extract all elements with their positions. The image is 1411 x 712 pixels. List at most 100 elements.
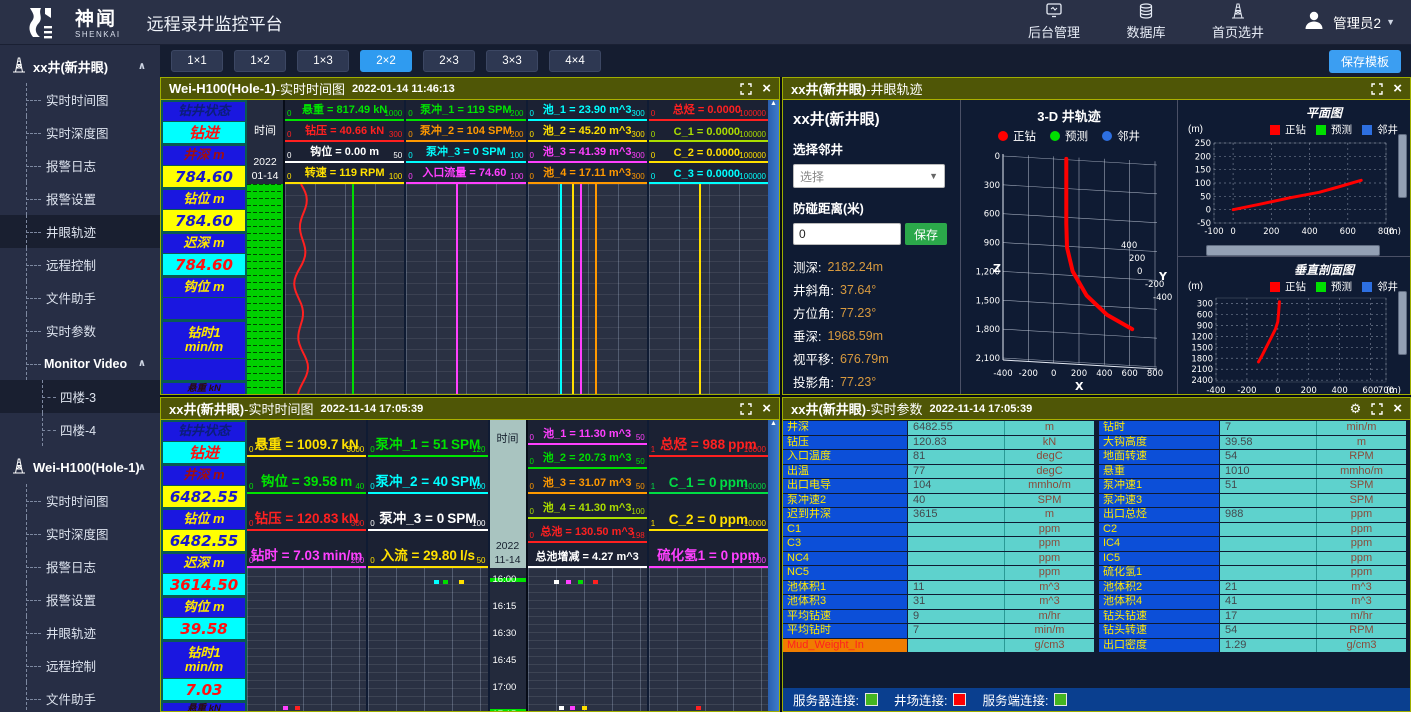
layout-button[interactable]: 1×1 <box>171 50 223 72</box>
expand-icon[interactable] <box>740 403 752 415</box>
sidebar-item[interactable]: 实时参数 <box>0 314 160 347</box>
param-value: 7 <box>1220 421 1317 435</box>
svg-text:200: 200 <box>1129 254 1145 264</box>
curve-header[interactable]: 0 转速119RPM 100 <box>285 163 404 184</box>
curve-header[interactable]: 0 C_20.0000 100000 <box>649 142 768 163</box>
value-pair: 钻时1 min/m <box>163 322 245 380</box>
close-icon[interactable]: × <box>1393 401 1402 416</box>
expand-icon[interactable] <box>740 83 752 95</box>
nav-home-well-select[interactable]: 首页选井 <box>1192 3 1284 42</box>
vertical-scrollbar[interactable] <box>1398 134 1407 198</box>
horizontal-scrollbar[interactable] <box>1206 245 1380 256</box>
curve-header[interactable]: 0 钻压120.83kN 300 <box>247 494 366 531</box>
curve-header[interactable]: 0 池_123.90m^3 300 <box>528 100 647 121</box>
curve-header[interactable]: 0 钩位0.00m 50 <box>285 142 404 163</box>
curve-header[interactable]: 0 池_331.07m^3 50 <box>528 469 647 494</box>
trajectory-3d-plot[interactable]: -400-200020040060080003006009001,2001,50… <box>963 144 1175 394</box>
sidebar-item[interactable]: 井眼轨迹 <box>0 215 160 248</box>
curve-header[interactable]: 0 悬重1009.7kN 3000 <box>247 420 366 457</box>
curve-header[interactable]: 0 钻压40.66kN 300 <box>285 121 404 142</box>
curve-header[interactable]: 0 入流29.80l/s 50 <box>368 531 487 568</box>
layout-button[interactable]: 2×3 <box>423 50 475 72</box>
curve-header[interactable]: 0 池_441.30m^3 100 <box>528 494 647 519</box>
sidebar-item[interactable]: Monitor Video ∧ <box>0 347 160 380</box>
anticollision-distance-label: 防碰距离(米) <box>793 198 950 217</box>
curve-header[interactable]: 0 C_10.0000 100000 <box>649 121 768 142</box>
curve-header[interactable]: 0 池_417.11m^3 300 <box>528 163 647 184</box>
sidebar-item[interactable]: 实时时间图 <box>0 484 160 517</box>
curve-header[interactable]: 0 泵冲_1119SPM 200 <box>406 100 525 121</box>
curve-header[interactable]: 0 总池130.50m^3 198 <box>528 519 647 544</box>
user-menu[interactable]: 管理员2 ▼ <box>1302 8 1395 37</box>
layout-button[interactable]: 1×2 <box>234 50 286 72</box>
time-tick-label: 17:00 <box>493 682 517 693</box>
plan-view-title: 平面图 <box>1184 104 1404 121</box>
layout-button[interactable]: 2×2 <box>360 50 412 72</box>
vertical-section-plot[interactable]: -400-20002004006007003006009001200150018… <box>1184 294 1402 394</box>
sidebar-item[interactable]: 远程控制 <box>0 649 160 682</box>
sidebar-item[interactable]: Wei-H100(Hole-1) ∧ <box>0 450 160 484</box>
nav-backend-admin[interactable]: 后台管理 <box>1008 3 1100 42</box>
curve-header[interactable]: 1 C_10ppm 10000 <box>649 457 768 494</box>
layout-button[interactable]: 3×3 <box>486 50 538 72</box>
sidebar-item[interactable]: 报警设置 <box>0 583 160 616</box>
sidebar-item[interactable]: 实时深度图 <box>0 116 160 149</box>
curve-header[interactable]: 0 池_245.20m^3 300 <box>528 121 647 142</box>
expand-icon[interactable] <box>1371 83 1383 95</box>
curve-header[interactable]: 0 泵冲_30SPM 100 <box>368 494 487 531</box>
avatar-icon <box>1302 8 1326 37</box>
plan-view-plot[interactable]: -1000200400600800250200150100500-50(m) <box>1184 137 1402 239</box>
curve-header[interactable]: 0 泵冲_30SPM 100 <box>406 142 525 163</box>
sidebar-item[interactable]: 文件助手 <box>0 682 160 712</box>
curve-header[interactable]: 0 池_111.30m^3 50 <box>528 420 647 445</box>
sidebar-item[interactable]: 井眼轨迹 <box>0 616 160 649</box>
curve-header[interactable]: 0 悬重817.49kN 1000 <box>285 100 404 121</box>
layout-button[interactable]: 1×3 <box>297 50 349 72</box>
sidebar-item[interactable]: 远程控制 <box>0 248 160 281</box>
expand-icon[interactable] <box>1371 403 1383 415</box>
sidebar-item[interactable]: 实时深度图 <box>0 517 160 550</box>
curve-header[interactable]: 0 钻时7.03min/m 200 <box>247 531 366 568</box>
curve-header[interactable]: 0 泵冲_2104SPM 200 <box>406 121 525 142</box>
curve-header[interactable]: 1 总烃988ppm 10000 <box>649 420 768 457</box>
layout-button[interactable]: 4×4 <box>549 50 601 72</box>
save-button[interactable]: 保存 <box>905 223 947 245</box>
sidebar-item[interactable]: 四楼-4 <box>0 413 160 446</box>
sidebar-item[interactable]: 报警设置 <box>0 182 160 215</box>
save-template-button[interactable]: 保存模板 <box>1329 50 1401 73</box>
sidebar-item[interactable]: 文件助手 <box>0 281 160 314</box>
close-icon[interactable]: × <box>1393 81 1402 96</box>
sidebar-item[interactable]: 报警日志 <box>0 149 160 182</box>
vertical-scrollbar[interactable]: ▲ <box>768 100 779 394</box>
gear-icon[interactable]: ⚙ <box>1350 402 1362 415</box>
nav-database[interactable]: 数据库 <box>1100 3 1192 42</box>
curve-header[interactable]: 0 钩位39.58m 40 <box>247 457 366 494</box>
curve-header[interactable]: 0 泵冲_240SPM 100 <box>368 457 487 494</box>
panel-timestamp: 2022-11-14 17:05:39 <box>929 403 1032 415</box>
curve-header[interactable]: 0 池_220.73m^3 50 <box>528 445 647 470</box>
sidebar-item[interactable]: 报警日志 <box>0 550 160 583</box>
legend-item: 邻井 <box>1102 128 1140 144</box>
param-unit: RPM <box>1317 624 1407 638</box>
sidebar-item[interactable]: xx井(新井眼) ∧ <box>0 49 160 83</box>
sidebar-item[interactable]: 四楼-3 <box>0 380 160 413</box>
anticollision-distance-input[interactable] <box>793 223 901 245</box>
value-display: 6482.55 <box>163 486 245 507</box>
sidebar-item[interactable]: 实时时间图 <box>0 83 160 116</box>
curve-header[interactable]: 1 C_20ppm 10000 <box>649 494 768 531</box>
vertical-scrollbar[interactable] <box>1398 291 1407 355</box>
close-icon[interactable]: × <box>762 401 771 416</box>
offset-well-select[interactable]: 选择 ▼ <box>793 164 945 188</box>
close-icon[interactable]: × <box>762 81 771 96</box>
legend-marker <box>1270 282 1280 292</box>
curve-header[interactable]: 硫化氢10ppm 1000 <box>649 531 768 568</box>
curve-trace <box>580 184 582 394</box>
curve-header[interactable]: 0 泵冲_151SPM 120 <box>368 420 487 457</box>
curve-header[interactable]: 0 池_341.39m^3 300 <box>528 142 647 163</box>
vertical-scrollbar[interactable]: ▲ <box>768 420 779 711</box>
curve-header[interactable]: 0 入口流量74.60 100 <box>406 163 525 184</box>
curve-header[interactable]: 总池增减4.27m^3 <box>528 543 647 568</box>
param-unit: m^3 <box>1317 581 1407 595</box>
curve-header[interactable]: 0 C_30.0000 100000 <box>649 163 768 184</box>
curve-header[interactable]: 0 总烃0.0000 100000 <box>649 100 768 121</box>
